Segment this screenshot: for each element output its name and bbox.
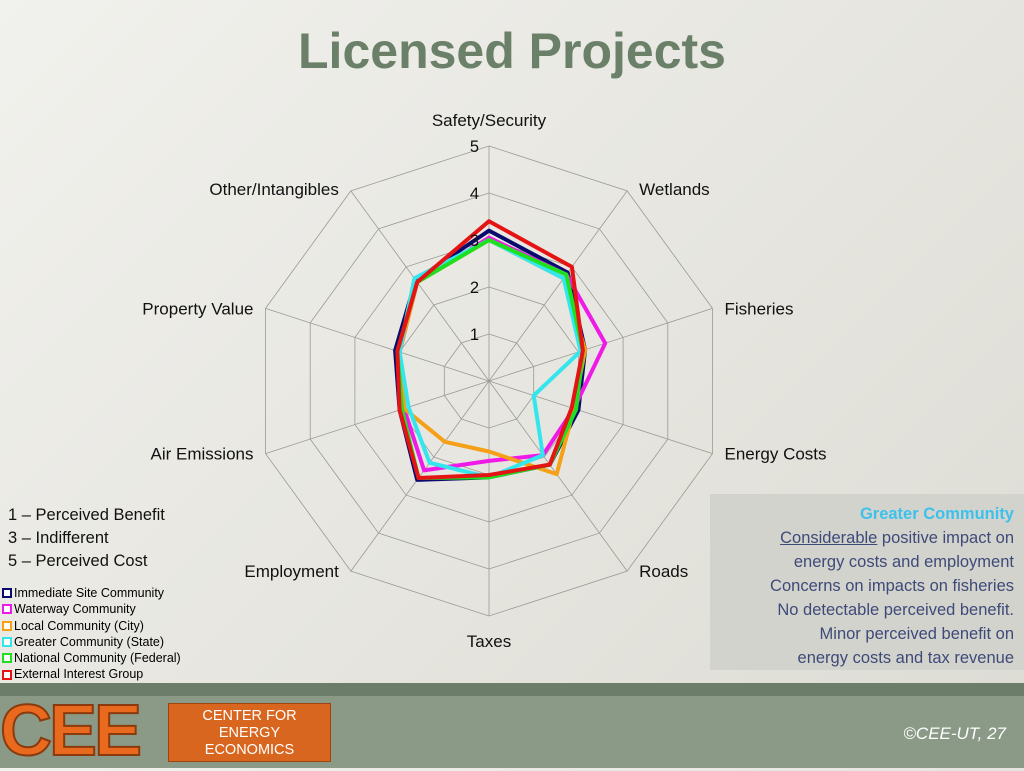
tick-label-4: 4 (470, 185, 479, 203)
spoke-2 (488, 308, 713, 382)
spoke-8 (265, 308, 490, 382)
legend-label: National Community (Federal) (14, 651, 181, 666)
scale-note-benefit: 1 – Perceived Benefit (8, 506, 165, 524)
legend-item: Waterway Community (2, 601, 181, 617)
axis-label-8: Property Value (142, 299, 253, 318)
callout-line-4: No detectable perceived benefit. (777, 601, 1014, 619)
chart-legend: Immediate Site Community Waterway Communi… (2, 585, 181, 683)
axis-label-6: Employment (244, 562, 339, 581)
callout-heading: Greater Community (859, 505, 1014, 523)
legend-swatch (2, 620, 12, 631)
axis-label-0: Safety/Security (432, 111, 547, 130)
legend-label: Waterway Community (14, 602, 136, 617)
scale-notes: 1 – Perceived Benefit 3 – Indifferent 5 … (8, 504, 165, 573)
footer-stripe (0, 683, 1024, 696)
tick-label-2: 2 (470, 279, 479, 297)
tick-label-3: 3 (470, 232, 479, 250)
axis-label-4: Roads (639, 562, 688, 581)
logo-text-line-3: ECONOMICS (204, 742, 295, 758)
callout-line-1: Considerable positive impact on (718, 526, 1014, 550)
legend-swatch (2, 604, 12, 615)
legend-label: Immediate Site Community (14, 586, 165, 600)
scale-note-cost: 5 – Perceived Cost (8, 552, 148, 570)
tick-label-5: 5 (470, 138, 479, 156)
spoke-4 (488, 380, 628, 572)
axis-label-1: Wetlands (639, 180, 710, 199)
callout-line-1-rest: positive impact on (877, 529, 1014, 547)
spoke-9 (350, 190, 490, 382)
scale-note-indifferent: 3 – Indifferent (8, 529, 109, 547)
spoke-3 (488, 380, 713, 454)
logo-text-line-1: CENTER FOR (202, 708, 297, 724)
spoke-1 (488, 190, 628, 382)
legend-item: Greater Community (State) (2, 634, 181, 650)
copyright: ©CEE-UT, 27 (903, 724, 1006, 743)
callout-line-6: energy costs and tax revenue (797, 649, 1014, 667)
tick-label-1: 1 (470, 326, 479, 344)
axis-label-9: Other/Intangibles (209, 180, 338, 199)
axis-label-2: Fisheries (724, 299, 793, 318)
callout-line-2: energy costs and employment (793, 553, 1014, 571)
legend-swatch (2, 637, 12, 648)
legend-item: Local Community (City) (2, 618, 181, 634)
legend-label: Local Community (City) (14, 618, 144, 633)
greater-community-callout: Greater Community Considerable positive … (710, 494, 1024, 670)
legend-item: National Community (Federal) (2, 650, 181, 666)
logo-text-line-2: ENERGY (218, 725, 281, 741)
axis-label-3: Energy Costs (724, 445, 826, 464)
callout-emphasis: Considerable (780, 529, 878, 547)
legend-item: External Interest Group (2, 666, 181, 682)
axis-label-7: Air Emissions (151, 445, 254, 464)
legend-swatch (2, 653, 12, 664)
axis-label-5: Taxes (467, 632, 511, 651)
cee-logo: CEE (0, 691, 143, 771)
footer-bar (0, 696, 1024, 768)
legend-item: Immediate Site Community (2, 585, 181, 601)
legend-swatch (2, 669, 12, 680)
callout-line-5: Minor perceived benefit on (819, 625, 1014, 643)
cee-logo-text: CENTER FOR ENERGY ECONOMICS (168, 703, 331, 762)
legend-label: External Interest Group (14, 667, 144, 682)
legend-swatch (2, 588, 12, 599)
callout-line-3: Concerns on impacts on fisheries (770, 577, 1014, 595)
legend-label: Greater Community (State) (14, 634, 165, 649)
